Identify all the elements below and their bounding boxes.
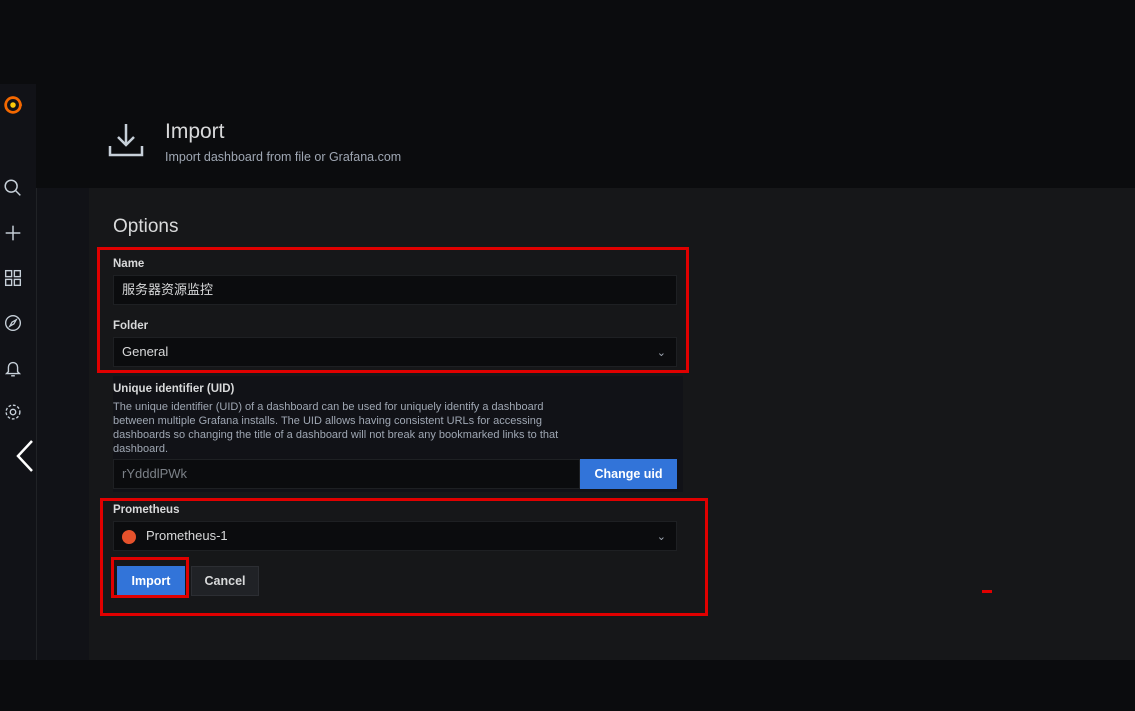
plus-icon[interactable] (2, 222, 26, 246)
red-mark (982, 590, 992, 593)
dashboards-icon[interactable] (2, 267, 26, 291)
change-uid-button[interactable]: Change uid (580, 459, 677, 489)
alert-bell-icon[interactable] (2, 357, 26, 381)
mouse-cursor-icon (14, 439, 36, 473)
uid-description: The unique identifier (UID) of a dashboa… (113, 401, 559, 455)
explore-icon[interactable] (2, 312, 26, 336)
gear-icon[interactable] (2, 401, 26, 425)
page-subtitle: Import dashboard from file or Grafana.co… (165, 150, 402, 164)
highlight-box-import-button (111, 557, 189, 598)
highlight-box-prometheus (100, 498, 708, 616)
grafana-logo-icon[interactable] (2, 94, 26, 118)
page-header: Import Import dashboard from file or Gra… (36, 84, 1135, 188)
import-download-icon (106, 120, 146, 160)
sidebar (0, 84, 37, 660)
page-title: Import (165, 120, 225, 143)
uid-label: Unique identifier (UID) (113, 383, 235, 395)
options-heading: Options (113, 216, 179, 237)
search-icon[interactable] (2, 177, 26, 201)
uid-input[interactable]: rYdddlPWk (113, 459, 580, 489)
highlight-box-name-folder (97, 247, 689, 373)
